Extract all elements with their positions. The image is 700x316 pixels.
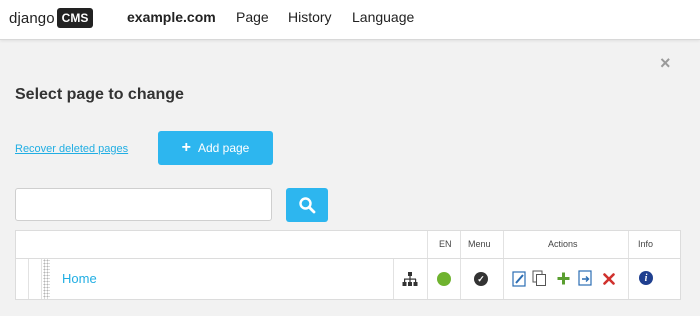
logo-text: django	[9, 9, 55, 27]
published-status-icon[interactable]	[437, 272, 451, 286]
site-menu[interactable]: example.com	[127, 9, 216, 25]
logo-badge: CMS	[56, 8, 94, 28]
table-row: Home ✓ i	[16, 259, 680, 299]
row-divider	[28, 259, 29, 299]
delete-icon[interactable]	[603, 273, 615, 285]
page-menu[interactable]: Page	[236, 9, 269, 25]
info-icon[interactable]: i	[639, 271, 653, 285]
drag-handle[interactable]	[43, 259, 50, 299]
add-page-label: Add page	[197, 141, 250, 155]
header-divider	[503, 231, 504, 258]
page-title-link[interactable]: Home	[62, 271, 97, 286]
django-cms-logo[interactable]: django CMS	[9, 7, 94, 29]
recover-deleted-pages-link[interactable]: Recover deleted pages	[15, 143, 128, 155]
history-menu[interactable]: History	[288, 9, 332, 25]
row-divider	[460, 259, 461, 299]
add-page-button[interactable]: + Add page	[158, 131, 273, 165]
move-icon[interactable]	[578, 270, 594, 287]
search-button[interactable]	[286, 188, 328, 222]
plus-icon: +	[181, 139, 191, 156]
cms-toolbar: django CMS example.com Page History Lang…	[0, 0, 700, 40]
close-icon[interactable]: ×	[660, 53, 671, 74]
sitemap-icon[interactable]	[402, 271, 418, 287]
column-header-menu: Menu	[468, 239, 491, 249]
column-header-en: EN	[439, 239, 452, 249]
row-divider	[393, 259, 394, 299]
copy-icon[interactable]	[532, 270, 547, 287]
row-divider	[427, 259, 428, 299]
page-tree-table: EN Menu Actions Info Home ✓ i	[15, 230, 681, 300]
column-header-info: Info	[638, 239, 654, 249]
row-divider	[503, 259, 504, 299]
edit-icon[interactable]	[512, 271, 527, 287]
add-child-plus-icon[interactable]	[557, 272, 570, 285]
column-header-actions: Actions	[548, 239, 578, 249]
header-divider	[460, 231, 461, 258]
language-menu[interactable]: Language	[352, 9, 414, 25]
page-title: Select page to change	[15, 86, 184, 103]
row-divider	[628, 259, 629, 299]
row-divider	[41, 259, 42, 299]
header-divider	[427, 231, 428, 258]
header-divider	[628, 231, 629, 258]
search-input[interactable]	[15, 188, 272, 221]
search-icon	[299, 197, 316, 214]
in-menu-check-icon[interactable]: ✓	[474, 272, 488, 286]
